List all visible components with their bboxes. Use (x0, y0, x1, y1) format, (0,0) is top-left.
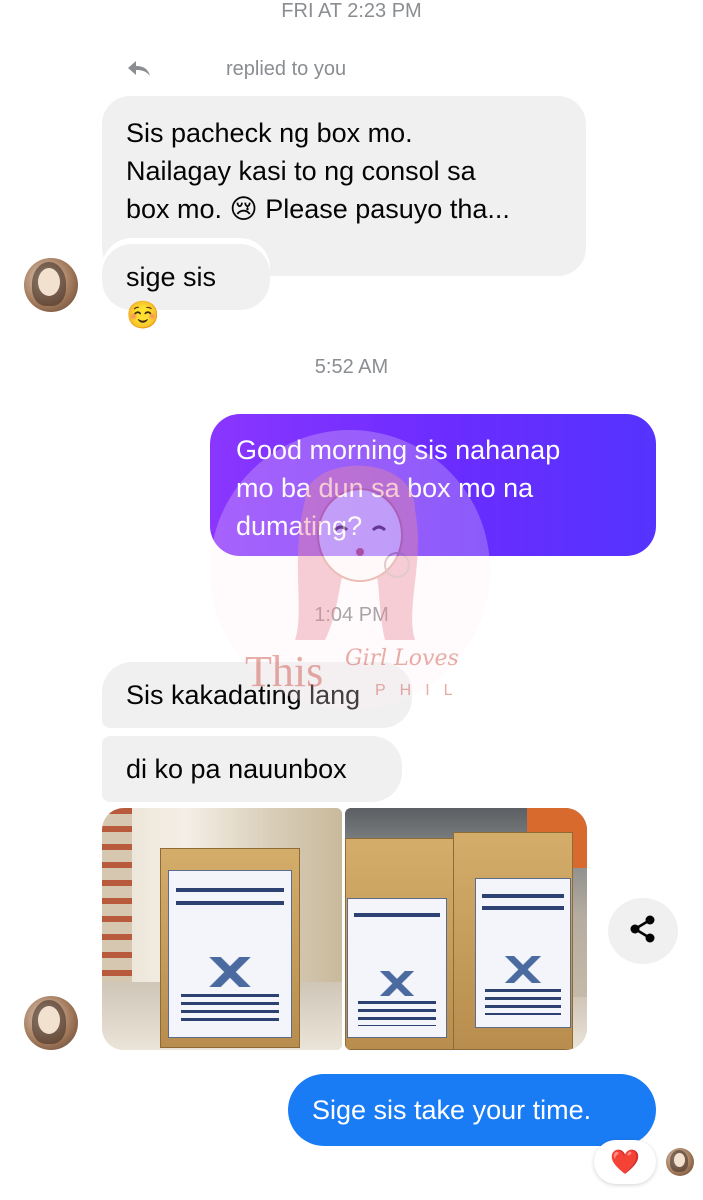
timestamp-friday: FRI AT 2:23 PM (281, 0, 422, 22)
quoted-line-3: box mo. 😢 Please pasuyo tha... (126, 194, 510, 224)
outgoing-message-good-morning[interactable]: Good morning sis nahanap mo ba dun sa bo… (210, 414, 656, 556)
timestamp-afternoon: 1:04 PM (314, 604, 389, 626)
incoming-message-2-text: di ko pa nauunbox (126, 754, 347, 784)
photo-attachment-2[interactable] (345, 808, 587, 1050)
contact-avatar[interactable] (24, 258, 78, 312)
incoming-message-kakadating[interactable]: Sis kakadating lang (102, 662, 412, 728)
reply-arrow-icon (126, 59, 156, 81)
outgoing-message-2-text: Sige sis take your time. (312, 1095, 592, 1125)
outgoing-message-take-your-time[interactable]: Sige sis take your time. (288, 1074, 656, 1146)
outgoing-line-2: mo ba dun sa box mo na (236, 473, 534, 503)
seen-avatar (666, 1148, 694, 1176)
incoming-message-unbox[interactable]: di ko pa nauunbox (102, 736, 402, 802)
reply-indicator: replied to you (126, 58, 346, 81)
share-icon (627, 913, 659, 950)
photo-attachment-1[interactable] (102, 808, 342, 1050)
incoming-message-1-text: Sis kakadating lang (126, 680, 361, 710)
share-button[interactable] (608, 898, 678, 964)
outgoing-line-1: Good morning sis nahanap (236, 435, 561, 465)
reply-message[interactable]: sige sis ☺️ (102, 244, 270, 330)
timestamp-morning: 5:52 AM (314, 356, 389, 378)
quoted-line-2: Nailagay kasi to ng consol sa (126, 156, 476, 186)
heart-icon: ❤️ (610, 1148, 640, 1176)
outgoing-line-3: dumating? (236, 511, 363, 541)
reply-message-text: sige sis ☺️ (126, 262, 217, 330)
heart-reaction[interactable]: ❤️ (594, 1140, 656, 1184)
contact-avatar-2[interactable] (24, 996, 78, 1050)
quoted-line-1: Sis pacheck ng box mo. (126, 118, 413, 148)
replied-text: replied to you (226, 58, 347, 80)
